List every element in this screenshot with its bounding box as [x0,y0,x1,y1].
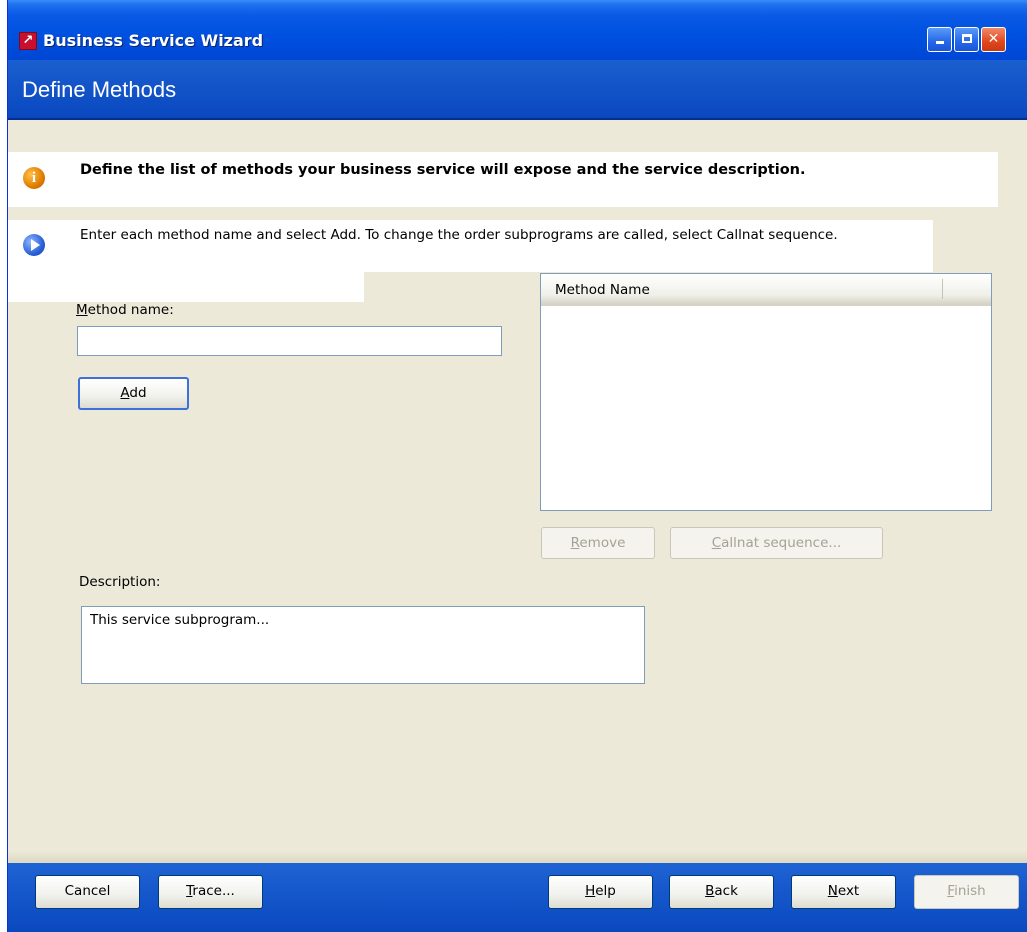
cancel-button[interactable]: Cancel [35,875,140,909]
info-icon: i [23,167,45,189]
trace-button[interactable]: Trace... [158,875,263,909]
next-label: ext [837,883,860,899]
method-name-accel: M [76,302,88,318]
help-label: elp [595,883,616,899]
remove-button[interactable]: Remove [541,527,655,559]
finish-button[interactable]: Finish [914,875,1019,909]
wizard-content: i Define the list of methods your busine… [8,122,1027,851]
next-button[interactable]: Next [791,875,896,909]
footer-separator [8,851,1027,863]
back-accel: B [705,883,715,899]
callnat-label: allnat sequence... [721,535,842,551]
back-label: ack [714,883,738,899]
arrow-right-icon [23,234,45,256]
description-field[interactable]: This service subprogram... [81,606,645,684]
label-strip [8,272,364,302]
method-name-input[interactable] [77,326,502,356]
info-strip [8,152,998,207]
remove-label: emove [579,535,626,551]
method-list-header[interactable]: Method Name [541,274,991,306]
close-icon: ✕ [987,31,1000,47]
column-header-method-name: Method Name [555,282,650,298]
finish-label: inish [954,883,986,899]
add-button[interactable]: Add [78,377,189,410]
page-header: Define Methods [8,60,1027,120]
method-list[interactable]: Method Name [540,273,992,511]
title-bar[interactable]: ↗ Business Service Wizard ✕ [8,0,1027,60]
wizard-footer: Cancel Trace... Help Back Next Finish [8,863,1027,932]
wizard-window: ↗ Business Service Wizard ✕ Define Metho… [7,0,1027,932]
callnat-accel: C [711,535,722,551]
window-title: Business Service Wizard [43,31,264,50]
maximize-icon [961,34,972,43]
back-button[interactable]: Back [669,875,774,909]
help-button[interactable]: Help [548,875,653,909]
description-label: Description: [79,574,161,590]
close-button[interactable]: ✕ [981,27,1006,52]
instruction-text: Enter each method name and select Add. T… [80,227,838,243]
info-text: Define the list of methods your business… [80,162,806,178]
callnat-sequence-button[interactable]: Callnat sequence... [670,527,883,559]
method-name-label-text: ethod name: [87,302,174,318]
trace-label: race... [192,883,235,899]
method-name-label: Method name: [76,302,174,318]
maximize-button[interactable] [954,27,979,52]
next-accel: N [827,883,838,899]
help-accel: H [585,883,596,899]
column-separator[interactable] [942,279,943,299]
wizard-app-icon: ↗ [19,32,37,50]
minimize-icon [935,41,944,44]
page-title: Define Methods [22,77,177,102]
minimize-button[interactable] [927,27,952,52]
add-label: dd [129,385,147,401]
